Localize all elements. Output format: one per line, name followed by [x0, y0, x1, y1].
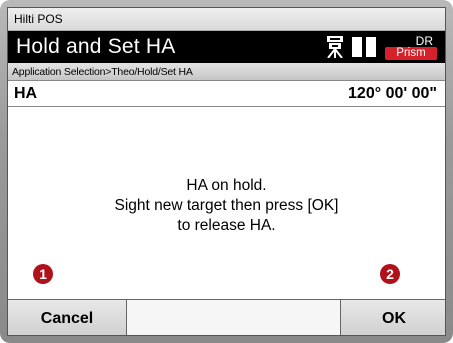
- ok-button[interactable]: OK: [341, 300, 445, 335]
- page-title: Hold and Set HA: [16, 35, 176, 58]
- breadcrumb: Application Selection>Theo/Hold/Set HA: [8, 63, 445, 81]
- softkey-bar: Cancel OK: [8, 299, 445, 335]
- message-line-3: to release HA.: [177, 217, 276, 234]
- callout-badge-2: 2: [380, 264, 400, 284]
- mode-dr-label: DR: [415, 34, 433, 48]
- battery-icon: [366, 37, 376, 57]
- instruction-message: HA on hold. Sight new target then press …: [8, 176, 445, 236]
- screen: Hilti POS Hold and Set HA DR Prism Appli…: [7, 7, 446, 336]
- measure-mode-indicator[interactable]: DR Prism: [385, 34, 437, 60]
- message-line-1: HA on hold.: [186, 177, 267, 194]
- instrument-icon: [327, 36, 343, 58]
- mode-prism-badge: Prism: [385, 47, 437, 60]
- ha-value: 120° 00' 00": [348, 85, 437, 102]
- empty-softkey: [127, 300, 341, 335]
- app-title: Hilti POS: [14, 12, 63, 26]
- battery-icon: [352, 37, 362, 57]
- app-title-bar: Hilti POS: [8, 8, 445, 31]
- ha-value-row: HA 120° 00' 00": [8, 81, 445, 107]
- callout-badge-1: 1: [33, 264, 53, 284]
- cancel-button[interactable]: Cancel: [8, 300, 127, 335]
- header-bar: Hold and Set HA DR Prism: [8, 31, 445, 63]
- ha-label: HA: [14, 85, 38, 102]
- message-line-2: Sight new target then press [OK]: [114, 197, 339, 214]
- device-frame: Hilti POS Hold and Set HA DR Prism Appli…: [0, 0, 453, 343]
